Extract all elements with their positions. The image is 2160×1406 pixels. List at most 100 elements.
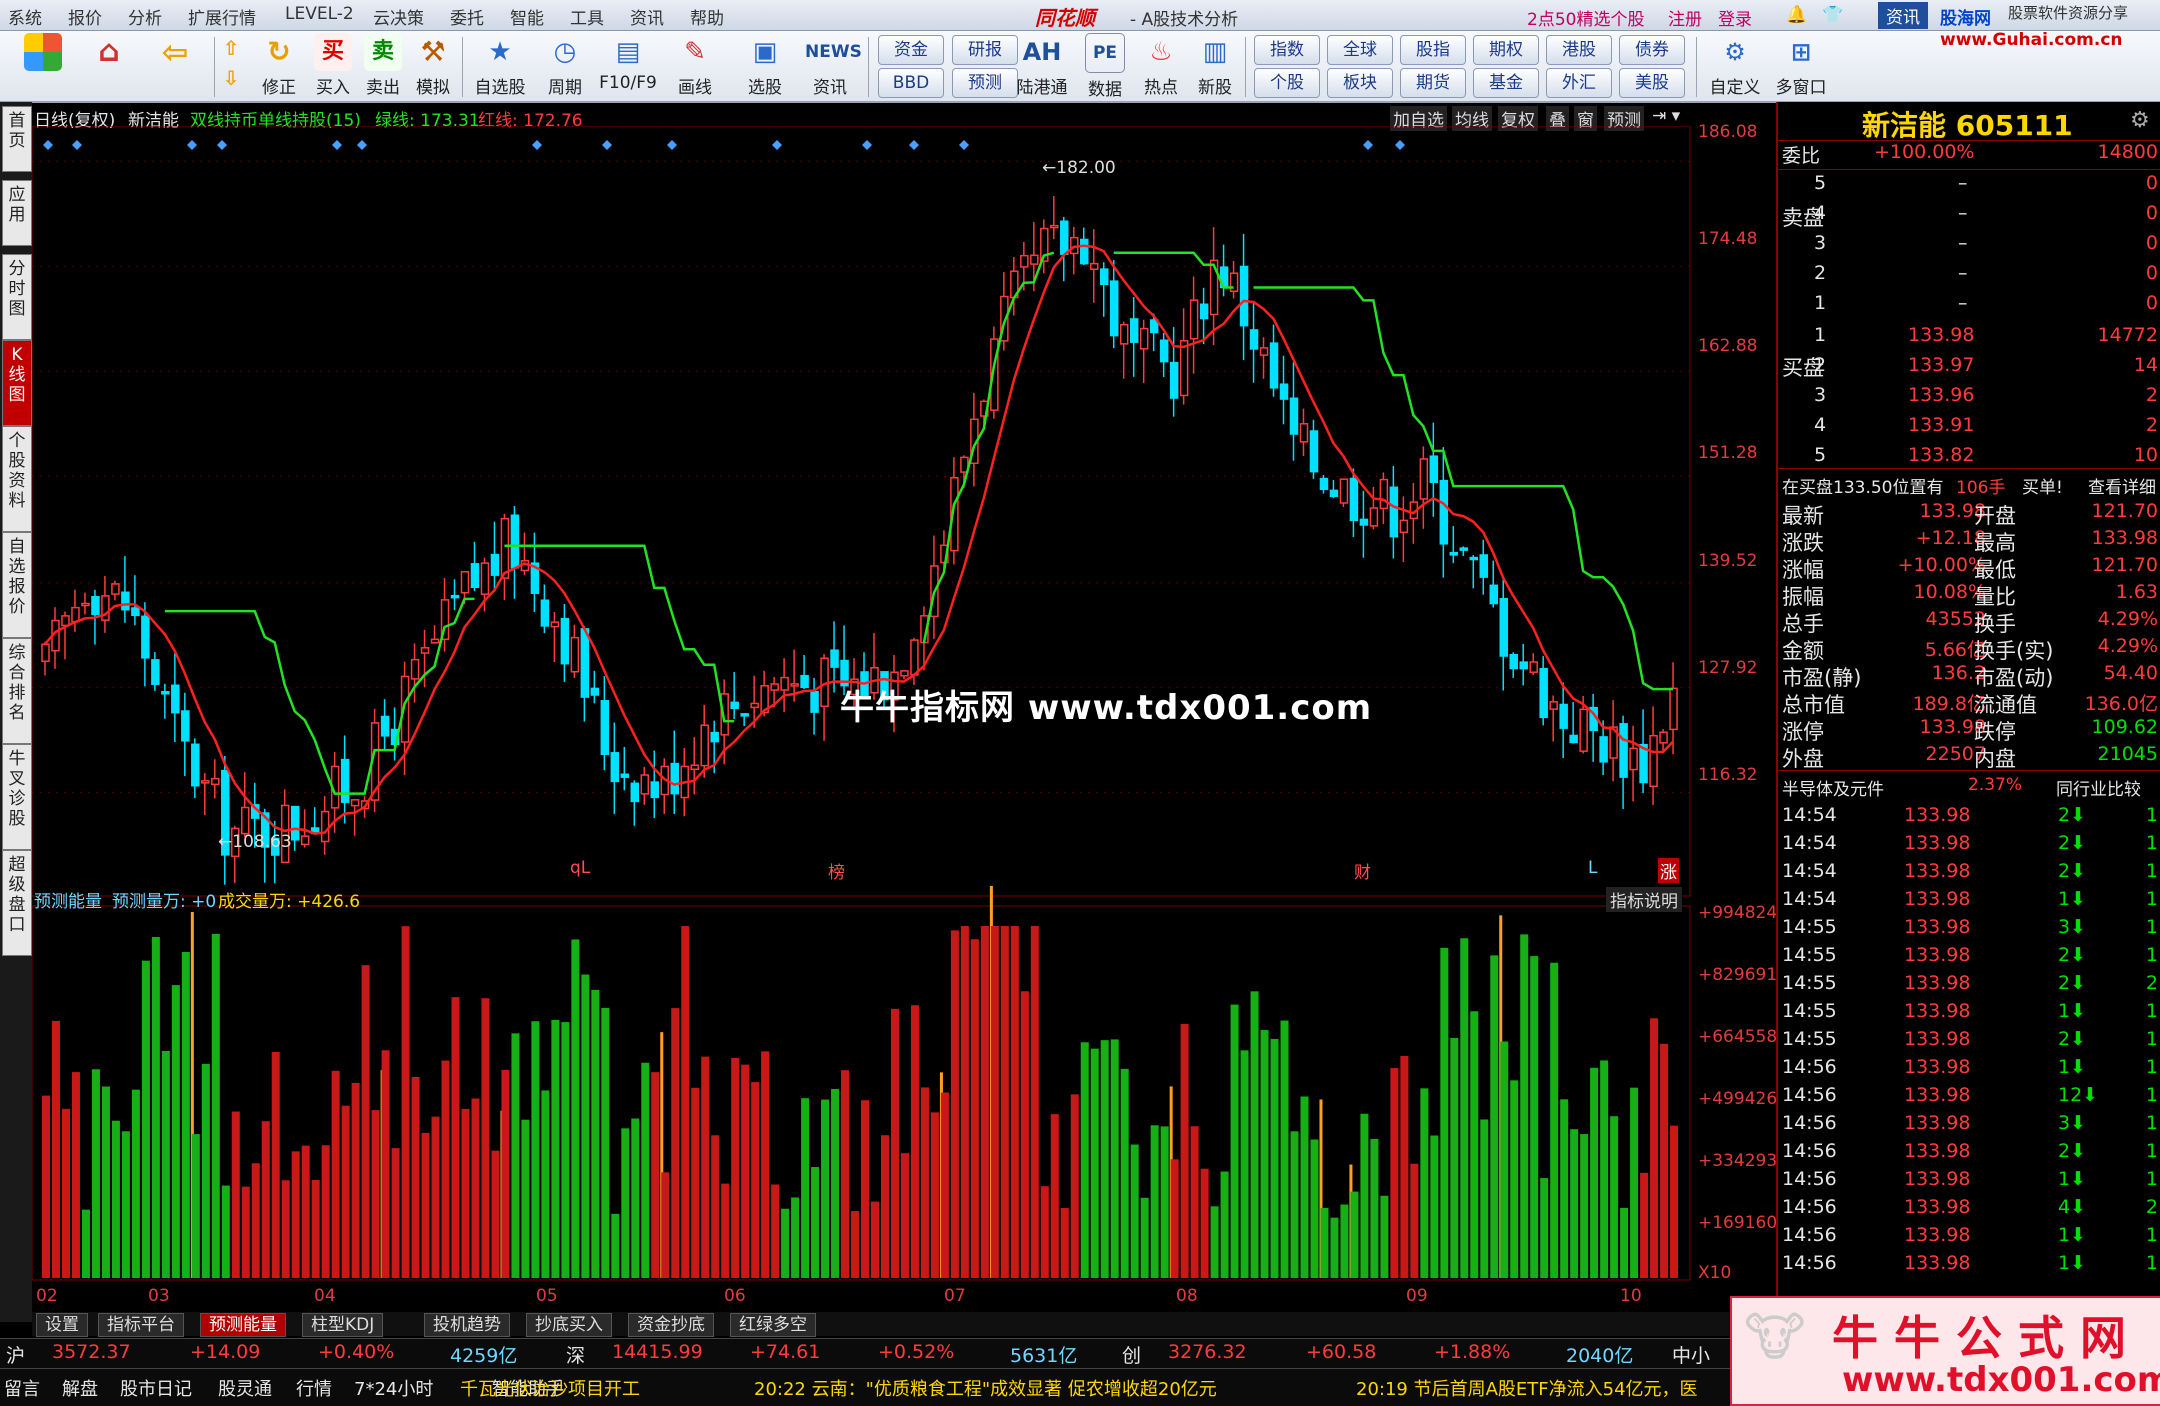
tab-ranking[interactable]: 综合排名 — [2, 638, 32, 744]
event-mark-finance[interactable]: 财 — [1354, 858, 1371, 883]
pick-stock-button[interactable]: ▣ 选股 — [735, 33, 795, 99]
indicator-tab[interactable]: 预测能量 — [200, 1313, 286, 1337]
layout-button[interactable] — [18, 33, 68, 99]
news-button[interactable]: 资讯 — [1878, 2, 1928, 29]
single-stock-button[interactable]: 个股 — [1254, 68, 1320, 98]
global-button[interactable]: 全球 — [1327, 35, 1393, 65]
hk-connect-button[interactable]: AH 陆港通 — [1010, 33, 1074, 99]
menu-item-quote[interactable]: 报价 — [68, 4, 102, 29]
capital-button[interactable]: 资金 — [878, 35, 944, 65]
indicator-help-button[interactable]: 指标说明 — [1606, 887, 1682, 912]
industry-compare-button[interactable]: 同行业比较 — [2056, 775, 2141, 800]
index-name[interactable]: 中小 — [1672, 1341, 1710, 1368]
shirt-icon[interactable]: 👕 — [1822, 5, 1843, 25]
tab-apps[interactable]: 应用 — [2, 180, 32, 246]
view-detail-link[interactable]: 查看详细 — [2088, 473, 2156, 498]
promo-link[interactable]: 2点50精选个股 — [1527, 5, 1644, 30]
sector-button[interactable]: 板块 — [1327, 68, 1393, 98]
hot-button[interactable]: ♨ 热点 — [1136, 33, 1186, 99]
back-button[interactable]: ⇦ — [150, 33, 200, 99]
news-bar-button[interactable]: 7*24小时 — [354, 1375, 433, 1401]
news-tool-button[interactable]: NEWS 资讯 — [800, 33, 862, 99]
us-stock-button[interactable]: 美股 — [1619, 68, 1685, 98]
menu-item-smart[interactable]: 智能 — [510, 4, 544, 29]
event-mark-ql[interactable]: qL — [570, 858, 590, 878]
funds-button[interactable]: 基金 — [1473, 68, 1539, 98]
futures-button[interactable]: 期货 — [1400, 68, 1466, 98]
news-bar-button[interactable]: 行情 — [296, 1375, 332, 1401]
clock-icon: ◷ — [553, 37, 577, 67]
index-name[interactable]: 深 — [566, 1341, 585, 1368]
news-bar-button[interactable]: 留言 — [4, 1375, 40, 1401]
volume-bar — [1250, 991, 1259, 1278]
tick-price: 133.98 — [1904, 1084, 1971, 1106]
indicator-tab[interactable]: 柱型KDJ — [302, 1313, 384, 1337]
menu-item-order[interactable]: 委托 — [450, 4, 484, 29]
tick-time: 14:54 — [1782, 888, 1837, 910]
multi-window-button[interactable]: ⊞ 多窗口 — [1770, 33, 1832, 99]
event-mark-rank[interactable]: 榜 — [828, 858, 845, 883]
menu-item-system[interactable]: 系统 — [8, 4, 42, 29]
bbd-button[interactable]: BBD — [878, 68, 944, 98]
indicator-tab[interactable]: 红绿多空 — [730, 1313, 816, 1337]
indicator-tab[interactable]: 设置 — [36, 1313, 88, 1337]
pick-stock-label: 选股 — [748, 78, 782, 98]
period-button[interactable]: ◷ 周期 — [535, 33, 595, 99]
index-button[interactable]: 指数 — [1254, 35, 1320, 65]
forex-button[interactable]: 外汇 — [1546, 68, 1612, 98]
up-down-button[interactable]: ⇧ ⇩ — [206, 33, 256, 99]
f10-button[interactable]: ▤ F10/F9 — [598, 33, 658, 99]
new-stock-button[interactable]: ▥ 新股 — [1190, 33, 1240, 99]
news-item[interactable]: 千瓦光伏治沙项目开工 — [460, 1375, 640, 1401]
tab-kline[interactable]: K线图 — [2, 340, 32, 426]
menu-item-cloud[interactable]: 云决策 — [373, 4, 424, 29]
menu-item-help[interactable]: 帮助 — [690, 4, 724, 29]
tab-super-book[interactable]: 超级盘口 — [2, 850, 32, 956]
index-future-button[interactable]: 股指 — [1400, 35, 1466, 65]
register-link[interactable]: 注册 — [1668, 5, 1702, 30]
custom-button[interactable]: ⚙ 自定义 — [1704, 33, 1766, 99]
tab-intraday[interactable]: 分时图 — [2, 254, 32, 340]
fix-button[interactable]: ↻ 修正 — [254, 33, 304, 99]
tab-home[interactable]: 首页 — [2, 106, 32, 172]
tab-stock-profile[interactable]: 个股资料 — [2, 426, 32, 532]
simulate-button[interactable]: ⚒ 模拟 — [408, 33, 458, 99]
research-button[interactable]: 研报 — [952, 35, 1018, 65]
event-mark-l[interactable]: L — [1588, 858, 1597, 878]
indicator-tab[interactable]: 指标平台 — [98, 1313, 184, 1337]
news-item[interactable]: 20:19 节后首周A股ETF净流入54亿元，医 — [1356, 1375, 1698, 1401]
bond-button[interactable]: 债券 — [1619, 35, 1685, 65]
volume-tick: +664558 — [1698, 1027, 1778, 1047]
menu-item-level2[interactable]: LEVEL-2 — [285, 4, 354, 24]
buy-button[interactable]: 买 买入 — [308, 33, 358, 99]
hk-stock-button[interactable]: 港股 — [1546, 35, 1612, 65]
tab-diagnosis[interactable]: 牛叉诊股 — [2, 744, 32, 850]
tab-watch-quote[interactable]: 自选报价 — [2, 532, 32, 638]
index-name[interactable]: 沪 — [6, 1341, 25, 1368]
data-button[interactable]: PE 数据 — [1080, 33, 1130, 100]
bell-icon[interactable]: 🔔 — [1786, 5, 1807, 25]
home-button[interactable]: ⌂ — [84, 33, 134, 99]
menu-item-tools[interactable]: 工具 — [570, 4, 604, 29]
news-bar-button[interactable]: 股灵通 — [218, 1375, 272, 1401]
options-button[interactable]: 期权 — [1473, 35, 1539, 65]
watchlist-button[interactable]: ★ 自选股 — [470, 33, 530, 99]
expand-icon[interactable]: ⇥ ▾ — [1652, 106, 1680, 126]
index-name[interactable]: 创 — [1122, 1341, 1141, 1368]
news-bar-button[interactable]: 股市日记 — [120, 1375, 192, 1401]
menu-item-analysis[interactable]: 分析 — [128, 4, 162, 29]
news-item[interactable]: 20:22 云南："优质粮食工程"成效显著 促农增收超20亿元 — [754, 1375, 1217, 1401]
menu-item-ext[interactable]: 扩展行情 — [188, 4, 256, 29]
indicator-tab[interactable]: 投机趋势 — [424, 1313, 510, 1337]
news-bar-button[interactable]: 解盘 — [62, 1375, 98, 1401]
menu-item-info[interactable]: 资讯 — [630, 4, 664, 29]
login-link[interactable]: 登录 — [1718, 5, 1752, 30]
event-mark-limit-up[interactable]: 涨 — [1658, 858, 1679, 883]
forecast-button[interactable]: 预测 — [952, 68, 1018, 98]
indicator-tab[interactable]: 资金抄底 — [628, 1313, 714, 1337]
indicator-tab[interactable]: 抄底买入 — [526, 1313, 612, 1337]
draw-button[interactable]: ✎ 画线 — [665, 33, 725, 99]
volume-bar — [970, 939, 979, 1278]
settings-icon[interactable]: ⚙ — [2130, 108, 2150, 133]
sell-button[interactable]: 卖 卖出 — [358, 33, 408, 99]
